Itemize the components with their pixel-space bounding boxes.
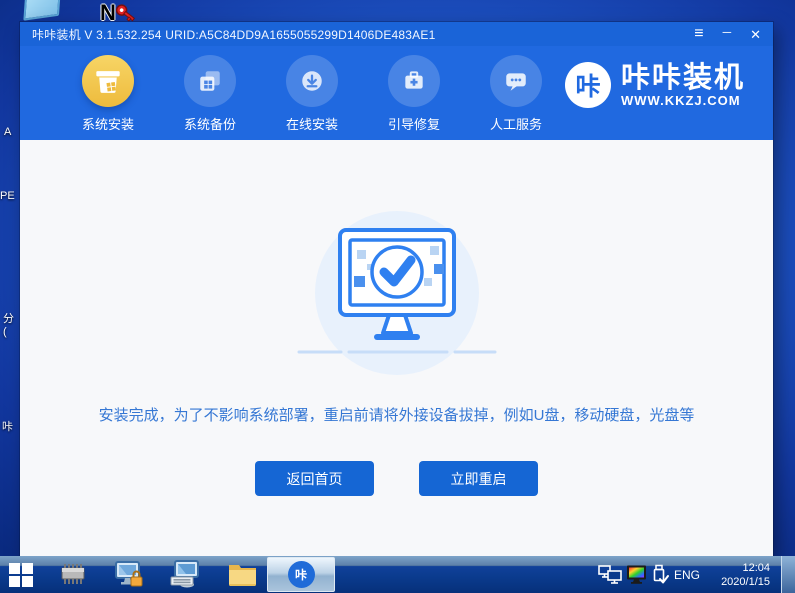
taskbar-clock[interactable]: 12:04 2020/1/15 (700, 556, 770, 593)
menu-icon[interactable]: ≡ (694, 26, 703, 42)
show-desktop-button[interactable] (781, 556, 795, 593)
start-button[interactable] (7, 561, 35, 589)
desktop-monitor-icon[interactable] (23, 0, 61, 21)
close-icon[interactable]: ✕ (750, 28, 761, 41)
desktop-icon-label-fragment[interactable]: A (4, 126, 11, 138)
logo-name: 咔咔装机 (620, 61, 745, 94)
nav-label: 在线安装 (285, 117, 338, 132)
restart-now-button[interactable]: 立即重启 (419, 461, 538, 496)
download-icon (286, 55, 338, 107)
windows-logo-icon (9, 563, 33, 587)
taskbar: 咔 ENG 12:04 2020/1/15 (0, 556, 795, 593)
taskbar-kaka-app-button[interactable]: 咔 (267, 557, 335, 592)
title-bar: 咔咔装机 V 3.1.532.254 URID:A5C84DD9A1655055… (20, 22, 773, 46)
taskbar-file-explorer-icon[interactable] (227, 561, 258, 587)
desktop-icon-label-fragment[interactable]: ( (3, 326, 7, 338)
monitor-check-icon (297, 228, 496, 354)
taskbar-remote-pc-icon[interactable] (170, 560, 202, 589)
nav-bar: 系统安装 系统备份 在线安装 引导修复 人工服务 咔 咔咔装机 WWW.KKZJ… (20, 46, 773, 140)
action-buttons: 返回首页 立即重启 (20, 461, 773, 496)
nav-item-boot-repair[interactable]: 引导修复 (362, 55, 466, 133)
desktop-icon-label-fragment[interactable]: 分 (3, 310, 14, 326)
logo-badge-icon: 咔 (564, 62, 611, 108)
nav-label: 人工服务 (489, 117, 542, 132)
nav-item-system-backup[interactable]: 系统备份 (158, 55, 262, 133)
chat-bubble-icon (490, 55, 542, 107)
nav-item-support[interactable]: 人工服务 (464, 55, 568, 133)
minimize-icon[interactable]: ─ (723, 26, 732, 38)
completion-message: 安装完成，为了不影响系统部署，重启前请将外接设备拔掉，例如U盘，移动硬盘，光盘等 (98, 407, 695, 424)
brand-logo: 咔 咔咔装机 WWW.KKZJ.COM (564, 61, 745, 108)
nav-label: 系统备份 (183, 117, 236, 132)
return-home-button[interactable]: 返回首页 (255, 461, 374, 496)
language-indicator[interactable]: ENG (674, 556, 700, 593)
taskbar-locked-pc-icon[interactable] (113, 560, 145, 589)
kaka-installer-window: 咔咔装机 V 3.1.532.254 URID:A5C84DD9A1655055… (20, 22, 773, 556)
main-content: 安装完成，为了不影响系统部署，重启前请将外接设备拔掉，例如U盘，移动硬盘，光盘等… (20, 140, 773, 556)
install-box-icon (82, 55, 134, 107)
clock-date: 2020/1/15 (721, 575, 770, 588)
nav-item-system-install[interactable]: 系统安装 (56, 55, 160, 133)
desktop-icon-label-fragment[interactable]: 咔 (2, 418, 13, 434)
kaka-app-icon: 咔 (287, 561, 315, 588)
nav-label: 系统安装 (81, 117, 134, 132)
success-illustration (292, 206, 502, 386)
taskbar-chip-tool-icon[interactable] (58, 561, 88, 587)
window-title: 咔咔装机 V 3.1.532.254 URID:A5C84DD9A1655055… (32, 27, 436, 42)
display-settings-tray-icon[interactable] (626, 565, 647, 584)
nav-item-online-install[interactable]: 在线安装 (260, 55, 364, 133)
desktop-icon-label-fragment[interactable]: PE (0, 190, 15, 202)
backup-icon (184, 55, 236, 107)
usb-eject-tray-icon[interactable] (652, 564, 669, 585)
network-tray-icon[interactable] (598, 565, 622, 584)
toolbox-icon (388, 55, 440, 107)
desktop: N A PE 分 ( 咔 咔咔装机 V 3.1.532.254 URID:A5C… (0, 0, 795, 593)
nav-label: 引导修复 (387, 117, 440, 132)
clock-time: 12:04 (742, 561, 770, 574)
logo-url: WWW.KKZJ.COM (620, 92, 741, 108)
